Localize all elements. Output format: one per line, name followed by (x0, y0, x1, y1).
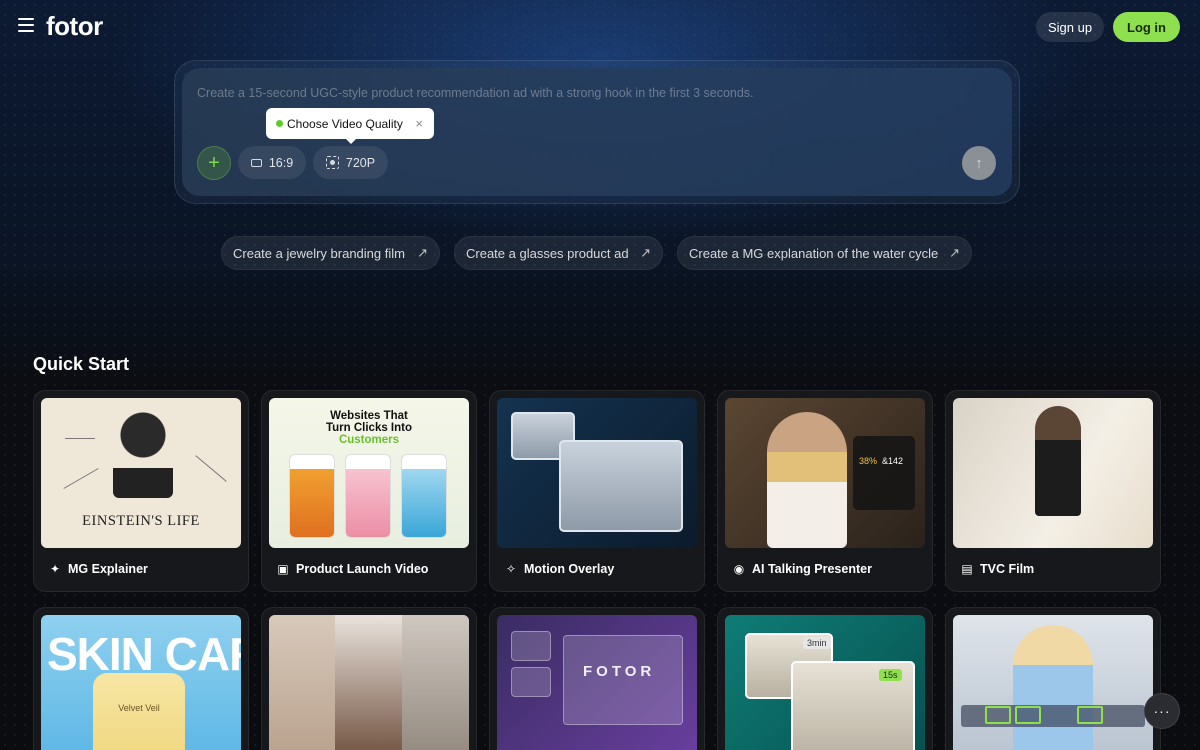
photo-segment (335, 615, 402, 750)
card-thumbnail (953, 615, 1153, 750)
suggestion-chip-water-cycle[interactable]: Create a MG explanation of the water cyc… (677, 236, 972, 270)
photo-segment (269, 615, 335, 750)
status-dot-icon (276, 120, 283, 127)
video-quality-value: 720P (345, 155, 376, 170)
log-in-button[interactable]: Log in (1113, 12, 1180, 42)
card-label: ◉ AI Talking Presenter (732, 562, 872, 576)
phone-mockup (289, 454, 335, 538)
card-thumbnail (497, 398, 697, 548)
photo-segment (402, 615, 469, 750)
resolution-icon (325, 156, 339, 169)
suggestion-label: Create a jewelry branding film (233, 245, 405, 261)
thumbnail-heading: Websites That Turn Clicks Into Customers (325, 410, 413, 446)
arrow-up-right-icon: ↗ (949, 245, 960, 260)
card-thumbnail: Websites That Turn Clicks Into Customers (269, 398, 469, 548)
aspect-ratio-button[interactable]: 16:9 (238, 146, 306, 179)
model-figure (1013, 625, 1093, 750)
arrow-up-right-icon: ↗ (417, 245, 428, 260)
thumbnail-caption: FOTOR (583, 663, 656, 680)
card-thumbnail: FOTOR (497, 615, 697, 750)
stats-panel: 38% &142 (853, 436, 915, 510)
quick-start-card-tvc-film[interactable]: ▤ TVC Film (945, 390, 1161, 592)
card-thumbnail (269, 615, 469, 750)
quick-start-card-duration[interactable]: 3min 15s (717, 607, 933, 750)
aspect-ratio-icon (250, 158, 262, 167)
einstein-illustration (113, 408, 173, 498)
quick-start-title: Quick Start (33, 354, 130, 374)
send-button[interactable]: ↑ (962, 146, 996, 180)
suggestion-label: Create a glasses product ad (466, 245, 629, 261)
card-title: MG Explainer (68, 562, 148, 576)
card-label: ▤ TVC Film (960, 562, 1034, 576)
card-label: ✧ Motion Overlay (504, 562, 614, 576)
quick-start-card-models[interactable] (261, 607, 477, 750)
talking-head-icon: ◉ (733, 562, 745, 576)
add-attachment-button[interactable]: + (197, 146, 231, 180)
tooltip-text: Choose Video Quality (287, 116, 403, 131)
duration-tag: 15s (879, 669, 902, 681)
more-options-button[interactable]: ··· (1144, 693, 1180, 729)
video-window (559, 440, 683, 532)
model-figure (1035, 406, 1081, 516)
card-label: ✦ MG Explainer (48, 562, 148, 576)
card-thumbnail (953, 398, 1153, 548)
hamburger-menu-icon[interactable] (18, 18, 34, 32)
card-title: Product Launch Video (296, 562, 429, 576)
video-quality-button[interactable]: 720P (313, 146, 388, 179)
product-jar: Velvet Veil (93, 673, 185, 750)
product-video-icon: ▣ (277, 562, 289, 576)
suggestion-chip-glasses[interactable]: Create a glasses product ad ↗ (454, 236, 663, 270)
prompt-input[interactable]: Create a 15-second UGC-style product rec… (197, 86, 754, 100)
card-label: ▣ Product Launch Video (276, 562, 428, 576)
card-thumbnail: 38% &142 (725, 398, 925, 548)
video-window (511, 631, 551, 661)
card-title: Motion Overlay (524, 562, 615, 576)
sign-up-button[interactable]: Sign up (1036, 12, 1104, 42)
quick-start-card-lifestyle[interactable] (945, 607, 1161, 750)
quick-start-card-mg-explainer[interactable]: EINSTEIN'S LIFE ✦ MG Explainer (33, 390, 249, 592)
card-thumbnail: SKIN CARE Velvet Veil (41, 615, 241, 750)
card-title: TVC Film (980, 562, 1035, 576)
card-title: AI Talking Presenter (752, 562, 872, 576)
card-thumbnail: 3min 15s (725, 615, 925, 750)
duration-tag: 3min (803, 637, 831, 649)
phone-mockup (345, 454, 391, 538)
suggestion-label: Create a MG explanation of the water cyc… (689, 245, 939, 261)
quick-start-card-product-launch[interactable]: Websites That Turn Clicks Into Customers… (261, 390, 477, 592)
fotor-logo[interactable]: fotor (46, 11, 103, 42)
thumbnail-caption: EINSTEIN'S LIFE (82, 513, 200, 529)
card-thumbnail: EINSTEIN'S LIFE (41, 398, 241, 548)
quick-start-card-motion-overlay[interactable]: ✧ Motion Overlay (489, 390, 705, 592)
sparkle-icon: ✦ (49, 562, 61, 576)
magic-wand-icon: ✧ (505, 562, 517, 576)
video-window (563, 635, 683, 725)
tooltip-arrow (345, 138, 357, 144)
video-window (511, 667, 551, 697)
presenter-figure (767, 412, 847, 548)
tv-icon: ▤ (961, 562, 973, 576)
phone-mockup (401, 454, 447, 538)
top-header: fotor Sign up Log in (0, 0, 1200, 54)
arrow-up-right-icon: ↗ (640, 245, 651, 260)
quick-start-card-ai-presenter[interactable]: 38% &142 ◉ AI Talking Presenter (717, 390, 933, 592)
quick-start-card-fotor-brand[interactable]: FOTOR (489, 607, 705, 750)
video-quality-tooltip: Choose Video Quality × (266, 108, 434, 139)
close-icon[interactable]: × (415, 116, 423, 131)
timeline-strip (961, 705, 1145, 727)
quick-start-card-skin-care[interactable]: SKIN CARE Velvet Veil (33, 607, 249, 750)
aspect-ratio-value: 16:9 (268, 155, 294, 170)
suggestion-chip-jewelry[interactable]: Create a jewelry branding film ↗ (221, 236, 440, 270)
